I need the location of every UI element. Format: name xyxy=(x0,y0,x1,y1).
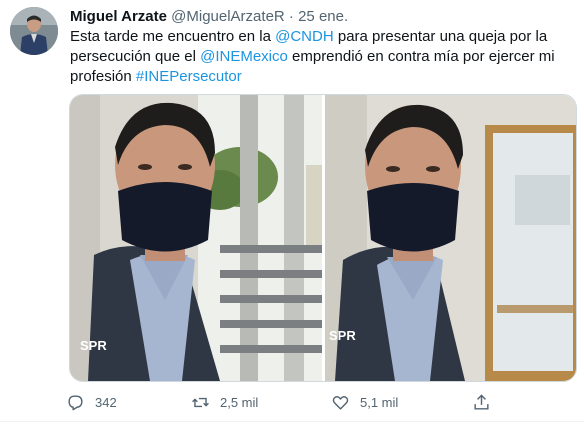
tweet-header: Miguel Arzate @MiguelArzateR · 25 ene. xyxy=(70,7,348,27)
divider xyxy=(0,421,584,422)
share-icon xyxy=(474,393,489,410)
mention-cndh[interactable]: @CNDH xyxy=(275,28,334,45)
like-button[interactable]: 5,1 mil xyxy=(331,390,398,414)
tweet-actions: 342 2,5 mil 5,1 mil xyxy=(66,390,496,414)
selfie-photo-right: SPR xyxy=(325,95,576,381)
spr-badge-left: SPR xyxy=(80,338,107,353)
photo-left[interactable]: SPR xyxy=(70,95,322,381)
share-button[interactable] xyxy=(472,390,501,414)
retweet-count: 2,5 mil xyxy=(220,394,259,410)
media-grid: SPR SPR xyxy=(69,94,577,382)
selfie-photo-left: SPR xyxy=(70,95,322,381)
tweet[interactable]: Miguel Arzate @MiguelArzateR · 25 ene. E… xyxy=(0,0,584,425)
retweet-icon xyxy=(192,397,209,407)
photo-right[interactable]: SPR xyxy=(325,95,576,381)
reply-button[interactable]: 342 xyxy=(66,390,117,414)
reply-icon xyxy=(68,394,83,410)
like-icon xyxy=(332,395,349,410)
mention-inemexico[interactable]: @INEMexico xyxy=(200,48,288,65)
spr-badge-right: SPR xyxy=(329,328,356,343)
tweet-text: Esta tarde me encuentro en la @CNDH para… xyxy=(70,27,570,87)
separator-dot: · xyxy=(288,8,294,25)
retweet-button[interactable]: 2,5 mil xyxy=(191,390,258,414)
hashtag-inepersecutor[interactable]: #INEPersecutor xyxy=(136,68,242,85)
like-count: 5,1 mil xyxy=(360,394,399,410)
author-name[interactable]: Miguel Arzate xyxy=(70,8,167,25)
avatar[interactable] xyxy=(10,7,58,55)
author-handle[interactable]: @MiguelArzateR xyxy=(171,8,285,25)
avatar-image xyxy=(10,7,58,55)
text-part: Esta tarde me encuentro en la xyxy=(70,28,276,45)
tweet-date[interactable]: 25 ene. xyxy=(298,8,348,25)
reply-count: 342 xyxy=(95,394,117,410)
